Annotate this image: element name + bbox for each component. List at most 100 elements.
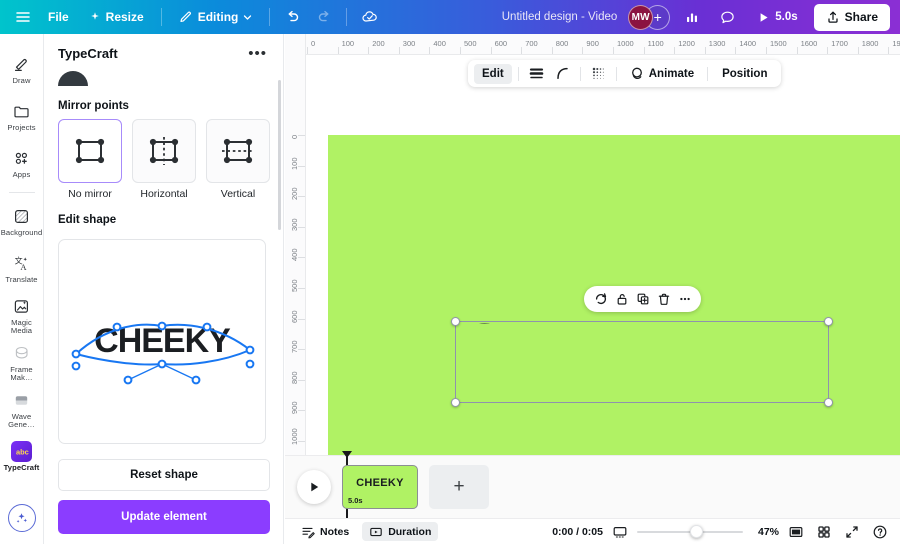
sidebar-item-magic-media[interactable]: Magic Media <box>0 292 44 339</box>
play-duration-label: 5.0s <box>775 11 798 23</box>
resize-label: Resize <box>105 10 144 24</box>
cloud-saved-icon[interactable] <box>355 4 384 30</box>
sidebar-item-background[interactable]: Background <box>0 198 44 245</box>
pen-draw-icon <box>12 54 31 74</box>
edit-button[interactable]: Edit <box>474 63 512 84</box>
edit-shape-title: Edit shape <box>58 214 117 226</box>
resize-handle-bottom-left[interactable] <box>451 398 460 407</box>
hamburger-icon[interactable] <box>8 4 37 30</box>
trash-icon[interactable] <box>654 290 673 309</box>
sidebar-item-apps[interactable]: Apps <box>0 140 44 187</box>
speech-bubble-icon[interactable] <box>713 4 742 30</box>
curve-icon[interactable] <box>551 64 574 84</box>
element-selection-box[interactable] <box>451 317 833 407</box>
unlock-icon[interactable] <box>612 290 631 309</box>
duration-clip-icon <box>369 525 383 539</box>
sidebar-item-label: Draw <box>12 76 31 86</box>
chevron-down-icon <box>243 13 252 22</box>
help-question-icon[interactable] <box>869 522 891 542</box>
notes-button[interactable]: Notes <box>294 522 356 541</box>
presenter-screen-icon[interactable] <box>609 522 631 542</box>
sidebar-item-label: Background <box>0 228 43 238</box>
design-canvas[interactable]: CHEEKY <box>328 135 900 460</box>
folder-icon <box>12 101 31 121</box>
resize-button[interactable]: Resize <box>80 4 153 30</box>
typecraft-badge: abc <box>11 440 32 462</box>
mirror-option-label: No mirror <box>68 188 112 200</box>
mirror-option-vertical[interactable]: Vertical <box>206 119 270 200</box>
panel-scrollbar[interactable] <box>278 80 281 230</box>
element-style-toolbar: Edit Animate Position <box>468 60 782 87</box>
three-dots-icon[interactable]: ••• <box>246 46 269 61</box>
preview-play-button[interactable]: 5.0s <box>749 4 806 30</box>
collaborator-group: MW + <box>628 4 671 30</box>
panel-header: TypeCraft ••• <box>44 34 283 65</box>
toolbar-divider-1 <box>160 8 162 26</box>
mirror-option-horizontal[interactable]: Horizontal <box>132 119 196 200</box>
mirror-none-icon <box>58 119 122 183</box>
add-scene-button[interactable]: + <box>429 465 489 509</box>
stroke-lines-icon[interactable] <box>525 64 548 84</box>
scene-duration: 5.0s <box>348 496 363 505</box>
editing-mode-button[interactable]: Editing <box>170 4 262 30</box>
mirror-option-label: Vertical <box>220 188 256 200</box>
file-menu-button[interactable]: File <box>39 4 78 30</box>
zoom-slider-knob[interactable] <box>690 525 703 538</box>
notes-icon <box>301 525 315 539</box>
share-button[interactable]: Share <box>813 3 890 31</box>
update-element-button[interactable]: Update element <box>58 500 270 534</box>
expand-diagonal-icon[interactable] <box>841 522 863 542</box>
bar-chart-icon[interactable] <box>677 4 706 30</box>
animate-ring-icon <box>630 66 645 81</box>
sidebar-item-projects[interactable]: Projects <box>0 93 44 140</box>
mirror-options-row: No mirror Horizontal Vertical <box>44 119 283 200</box>
resize-handle-top-left[interactable] <box>451 317 460 326</box>
duration-label: Duration <box>388 525 432 538</box>
sidebar-item-draw[interactable]: Draw <box>0 46 44 93</box>
duplicate-icon[interactable] <box>633 290 652 309</box>
share-upload-icon <box>826 10 840 24</box>
scene-thumbnail[interactable]: CHEEKY 5.0s <box>342 465 418 509</box>
grid-view-icon[interactable] <box>813 522 835 542</box>
animate-label: Animate <box>648 67 695 80</box>
document-title[interactable]: Untitled design - Video <box>502 11 618 23</box>
halftone-dots-icon[interactable] <box>587 64 610 84</box>
zoom-percent-label: 47% <box>757 525 779 538</box>
zoom-slider[interactable] <box>637 522 743 542</box>
position-button[interactable]: Position <box>714 64 775 84</box>
three-dots-icon[interactable] <box>675 290 694 309</box>
toolbar-divider <box>579 66 581 81</box>
mirror-option-no-mirror[interactable]: No mirror <box>58 119 122 200</box>
sidebar-item-label: TypeCraft <box>3 463 40 473</box>
sidebar-item-translate[interactable]: 文A Translate <box>0 245 44 292</box>
sidebar-item-label: Magic Media <box>10 318 33 335</box>
timeline-play-button[interactable] <box>297 470 331 504</box>
animate-button[interactable]: Animate <box>623 64 701 84</box>
canvas-viewport: CHEEKY <box>306 55 900 468</box>
vertical-ruler[interactable]: 0100200300400500600700800900100000 <box>285 55 306 468</box>
sidebar-item-wave-generator[interactable]: Wave Gene… <box>0 386 44 433</box>
duration-button[interactable]: Duration <box>362 522 439 541</box>
dome-shape-thumbnail[interactable] <box>58 71 88 86</box>
svg-text:abc: abc <box>16 447 29 456</box>
editing-label: Editing <box>197 10 239 24</box>
flip-rotate-icon[interactable] <box>591 290 610 309</box>
redo-arrow-icon[interactable] <box>309 4 338 30</box>
typecraft-panel: TypeCraft ••• Mirror points No mirror Ho… <box>44 34 284 544</box>
shape-editor-preview[interactable]: CHEEKY <box>58 239 266 444</box>
undo-arrow-icon[interactable] <box>278 4 307 30</box>
magic-sparkle-icon[interactable] <box>7 504 36 532</box>
sidebar-item-label: Apps <box>12 170 31 180</box>
toolbar-divider-2 <box>269 8 271 26</box>
sidebar-item-typecraft[interactable]: abc TypeCraft <box>0 433 44 480</box>
page-view-icon[interactable] <box>785 522 807 542</box>
sidebar-item-frame-maker[interactable]: Frame Mak… <box>0 339 44 386</box>
wave-generator-icon <box>12 390 31 410</box>
rail-divider <box>8 192 35 193</box>
avatar[interactable]: MW <box>628 4 654 30</box>
resize-handle-top-right[interactable] <box>824 317 833 326</box>
reset-shape-button[interactable]: Reset shape <box>58 459 270 491</box>
horizontal-ruler[interactable]: 0 100 200 300 400 500 600 700 800 900 1000 1100 1200… <box>285 34 900 55</box>
resize-handle-bottom-right[interactable] <box>824 398 833 407</box>
play-triangle-icon <box>757 11 770 24</box>
